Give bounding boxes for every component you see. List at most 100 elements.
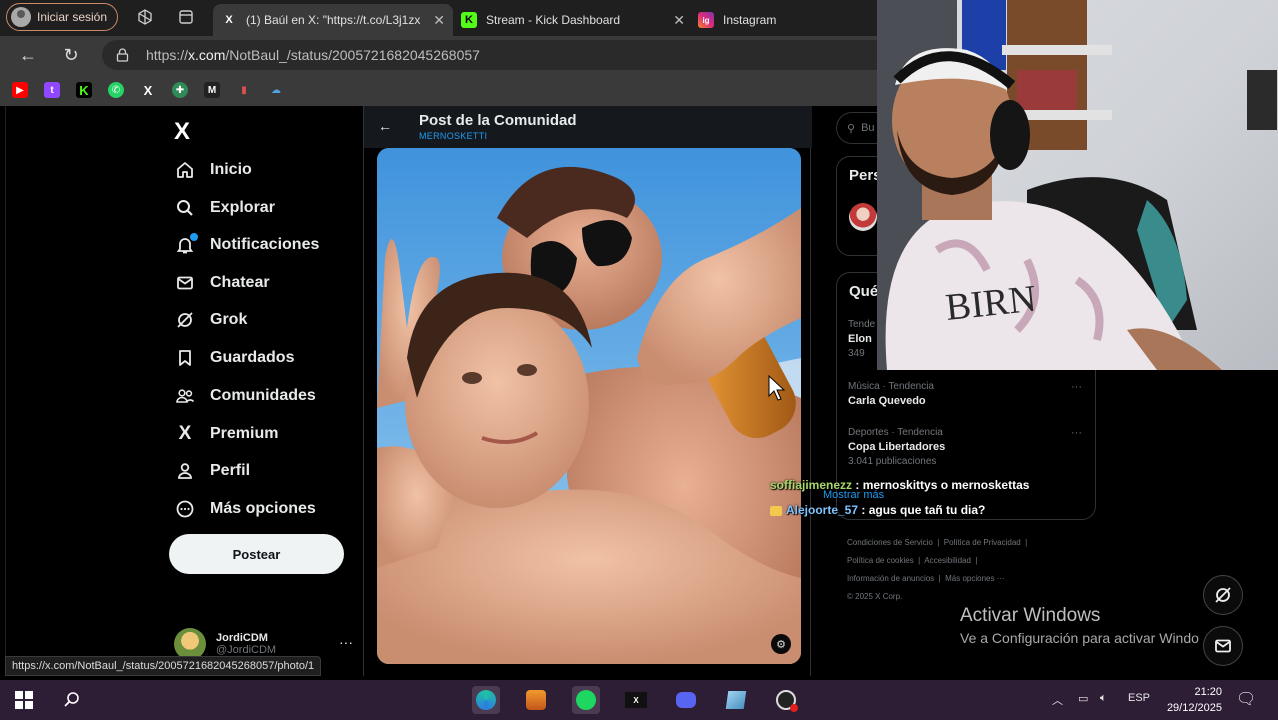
cloud-bookmark-icon[interactable]: ☁ bbox=[268, 82, 284, 98]
nav-item-premium[interactable]: X Premium bbox=[174, 417, 279, 451]
people-icon bbox=[174, 385, 196, 407]
trend-item[interactable]: Deportes · Tendencia Copa Libertadores 3… bbox=[848, 427, 1088, 467]
chat-username: Alejoorte_57 bbox=[786, 503, 859, 517]
workspaces-icon[interactable] bbox=[137, 9, 153, 25]
back-arrow-icon[interactable]: ← bbox=[378, 118, 392, 134]
search-icon bbox=[174, 197, 196, 219]
grok-icon bbox=[1215, 587, 1231, 603]
webcam-overlay: BIRN bbox=[877, 0, 1278, 370]
footer-link[interactable]: Información de anuncios bbox=[847, 574, 934, 583]
activate-windows-title: Activar Windows bbox=[960, 605, 1101, 626]
search-icon[interactable] bbox=[58, 686, 86, 714]
person-icon bbox=[174, 460, 196, 482]
nav-item-guardados[interactable]: Guardados bbox=[174, 341, 294, 375]
messages-float-button[interactable] bbox=[1203, 626, 1243, 666]
more-dots-icon[interactable]: ··· bbox=[339, 634, 353, 650]
grok-icon bbox=[174, 309, 196, 331]
nav-item-notificaciones[interactable]: Notificaciones bbox=[174, 228, 319, 262]
notifications-icon[interactable]: 🗨︎ bbox=[1236, 689, 1256, 709]
spotify-taskbar-icon[interactable] bbox=[572, 686, 600, 714]
trend-more-icon[interactable]: ··· bbox=[1071, 381, 1082, 393]
nav-item-inicio[interactable]: Inicio bbox=[174, 153, 252, 187]
nav-item-comunidades[interactable]: Comunidades bbox=[174, 379, 316, 413]
x-logo-icon[interactable]: X bbox=[174, 118, 190, 146]
url-prefix: https:// bbox=[146, 47, 189, 63]
xbox-bookmark-icon[interactable]: ✚ bbox=[172, 82, 188, 98]
discord-taskbar-icon[interactable] bbox=[672, 686, 700, 714]
chevron-up-icon[interactable]: ︿ bbox=[1052, 692, 1063, 708]
tab-x-post[interactable]: X (1) Baúl en X: "https://t.co/L3j1zx ✕ bbox=[213, 4, 453, 36]
nav-label: Inicio bbox=[210, 161, 252, 178]
account-handle: @JordiCDM bbox=[216, 644, 277, 656]
files-taskbar-icon[interactable] bbox=[722, 686, 750, 714]
whatsapp-bookmark-icon[interactable]: ✆ bbox=[108, 82, 124, 98]
notification-dot bbox=[190, 233, 198, 241]
post-button[interactable]: Postear bbox=[169, 534, 344, 574]
plugin-bookmark-icon[interactable]: ▮ bbox=[236, 82, 252, 98]
fl-studio-taskbar-icon[interactable] bbox=[522, 686, 550, 714]
windows-start-icon[interactable] bbox=[10, 686, 38, 714]
kick-bookmark-icon[interactable]: K bbox=[76, 82, 92, 98]
chat-text: : agus que tañ tu dia? bbox=[858, 503, 986, 517]
copyright: © 2025 X Corp. bbox=[847, 592, 903, 601]
nav-item-explorar[interactable]: Explorar bbox=[174, 191, 275, 225]
footer-link[interactable]: Accesibilidad bbox=[924, 556, 971, 565]
network-icon[interactable]: ▭ bbox=[1078, 692, 1088, 705]
community-name[interactable]: MERNOSKETTI bbox=[419, 131, 487, 141]
edge-taskbar-icon[interactable] bbox=[472, 686, 500, 714]
nav-label: Grok bbox=[210, 311, 248, 328]
trend-title: Copa Libertadores bbox=[848, 441, 946, 453]
more-circle-icon bbox=[174, 498, 196, 520]
nav-label: Premium bbox=[210, 425, 279, 442]
footer-link[interactable]: Política de cookies bbox=[847, 556, 914, 565]
signin-button[interactable]: Iniciar sesión bbox=[6, 3, 118, 31]
x-bookmark-icon[interactable]: X bbox=[140, 82, 156, 98]
x-favicon-icon: X bbox=[225, 14, 233, 26]
youtube-bookmark-icon[interactable]: ▶ bbox=[12, 82, 28, 98]
language-indicator[interactable]: ESP bbox=[1128, 692, 1150, 704]
profile-avatar-icon bbox=[11, 7, 31, 27]
nav-label: Guardados bbox=[210, 349, 295, 366]
nav-label: Chatear bbox=[210, 274, 270, 291]
photo-options-icon[interactable]: ⚙ bbox=[771, 634, 791, 654]
avatar[interactable] bbox=[849, 203, 877, 231]
search-placeholder: Bu bbox=[861, 122, 875, 134]
close-tab-icon[interactable]: ✕ bbox=[673, 12, 685, 29]
trend-item[interactable]: Música · Tendencia Carla Quevedo ··· bbox=[848, 381, 1088, 407]
trend-more-icon[interactable]: ··· bbox=[1071, 427, 1082, 439]
tab-title: Instagram bbox=[723, 13, 777, 27]
twitch-bookmark-icon[interactable]: t bbox=[44, 82, 60, 98]
trend-title: Carla Quevedo bbox=[848, 395, 926, 407]
tab-actions-icon[interactable] bbox=[178, 9, 194, 25]
card-heading: Qué bbox=[849, 283, 879, 300]
signin-label: Iniciar sesión bbox=[37, 10, 108, 24]
post-photo[interactable]: ⚙ bbox=[377, 148, 801, 664]
nav-item-chatear[interactable]: Chatear bbox=[174, 266, 270, 300]
close-tab-icon[interactable]: ✕ bbox=[429, 12, 445, 29]
time: 21:20 bbox=[1194, 686, 1222, 698]
instagram-favicon-icon: ig bbox=[698, 12, 714, 28]
footer-link[interactable]: Condiciones de Servicio bbox=[847, 538, 933, 547]
back-arrow-icon[interactable]: ← bbox=[17, 44, 39, 66]
grok-float-button[interactable] bbox=[1203, 575, 1243, 615]
footer-link[interactable]: Más opciones ··· bbox=[945, 574, 1005, 583]
lock-icon bbox=[116, 48, 130, 62]
obs-taskbar-icon[interactable] bbox=[772, 686, 800, 714]
nav-item-grok[interactable]: Grok bbox=[174, 303, 247, 337]
footer-link[interactable]: Política de Privacidad bbox=[944, 538, 1021, 547]
address-bar[interactable]: https://x.com/NotBaul_/status/2005721682… bbox=[102, 40, 902, 70]
chat-badge-icon bbox=[770, 505, 782, 516]
trend-count: 3.041 publicaciones bbox=[848, 456, 937, 467]
tab-kick-dashboard[interactable]: K Stream - Kick Dashboard ✕ bbox=[453, 4, 693, 36]
volume-icon[interactable]: 🔈︎ bbox=[1100, 692, 1107, 705]
tab-instagram[interactable]: ig Instagram bbox=[690, 4, 880, 36]
reload-icon[interactable]: ↻ bbox=[60, 44, 82, 66]
x-icon: X bbox=[178, 423, 192, 444]
nav-item-perfil[interactable]: Perfil bbox=[174, 454, 250, 488]
account-name: JordiCDM bbox=[216, 632, 268, 644]
clock[interactable]: 21:20 29/12/2025 bbox=[1158, 684, 1222, 716]
nav-item-mas-opciones[interactable]: Más opciones bbox=[174, 492, 316, 526]
m-bookmark-icon[interactable]: M bbox=[204, 82, 220, 98]
home-icon bbox=[174, 159, 196, 181]
xsplit-taskbar-icon[interactable]: X bbox=[622, 686, 650, 714]
